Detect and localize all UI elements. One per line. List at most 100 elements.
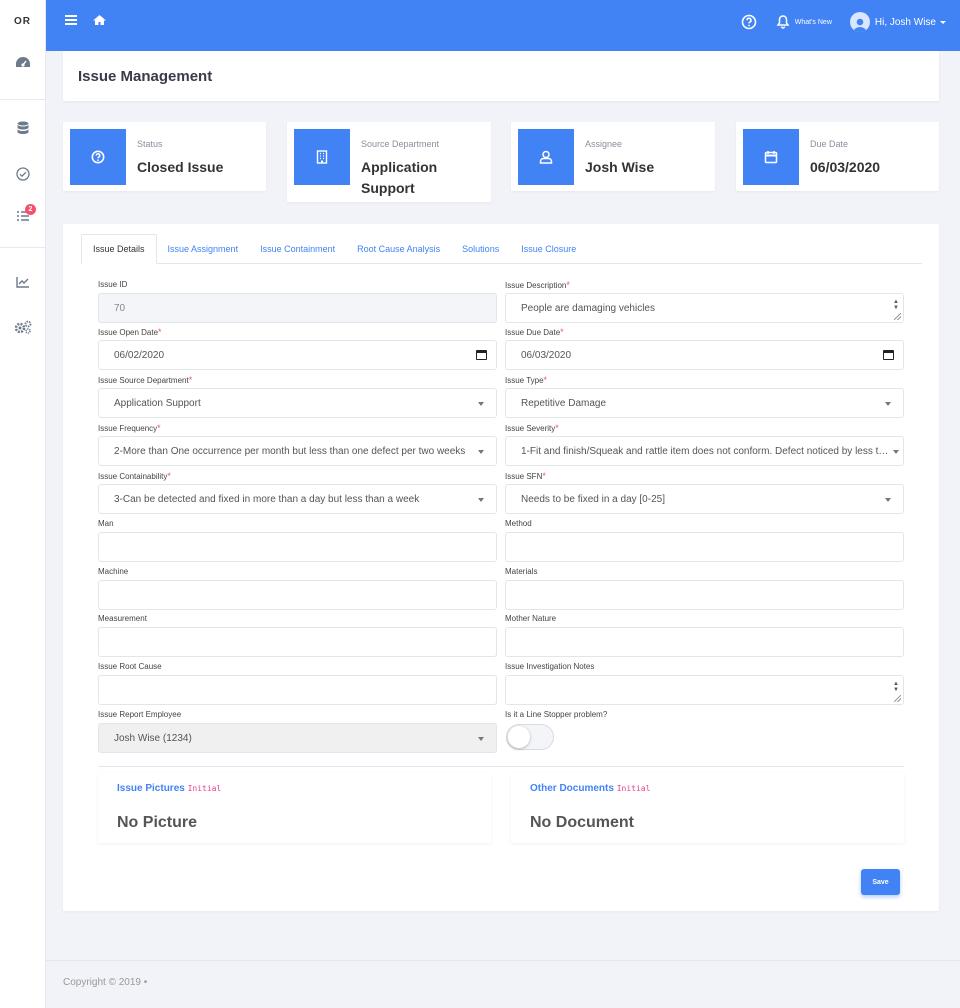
source-department-label: Source Department xyxy=(361,139,440,149)
caret-down-icon xyxy=(478,450,484,454)
issue-form-card: Issue Details Issue Assignment Issue Con… xyxy=(63,224,939,911)
help-icon[interactable] xyxy=(741,14,757,30)
issue-id-field: 70 xyxy=(98,293,497,323)
tab-issue-details[interactable]: Issue Details xyxy=(81,234,157,264)
database-icon[interactable] xyxy=(0,116,46,140)
severity-label: Issue Severity* xyxy=(505,423,559,433)
copyright-text: Copyright © 2019 • xyxy=(63,977,148,988)
status-value: Closed Issue xyxy=(137,159,224,175)
tab-issue-closure[interactable]: Issue Closure xyxy=(510,234,587,264)
calendar-icon xyxy=(743,129,799,185)
tab-issue-assignment[interactable]: Issue Assignment xyxy=(157,234,250,264)
bell-icon xyxy=(775,13,791,31)
report-employee-label: Issue Report Employee xyxy=(98,710,182,719)
chevron-down-icon xyxy=(940,20,946,24)
other-documents-tag: Initial xyxy=(616,784,651,793)
issue-pictures-tag: Initial xyxy=(187,784,222,793)
investigation-notes-textarea[interactable]: ▲ ▼ xyxy=(505,675,904,705)
calendar-icon[interactable] xyxy=(476,350,487,360)
source-department-select[interactable]: Application Support xyxy=(98,388,497,418)
method-label: Method xyxy=(505,519,532,528)
page-title: Issue Management xyxy=(78,68,213,85)
issue-type-label: Issue Type* xyxy=(505,375,548,385)
app-logo[interactable]: OR xyxy=(0,0,45,42)
whats-new-label: What's New xyxy=(794,18,832,26)
source-department-value: Application Support xyxy=(361,159,438,196)
issue-type-select[interactable]: Repetitive Damage xyxy=(505,388,904,418)
other-documents-title[interactable]: Other Documents Initial xyxy=(530,783,650,794)
caret-down-icon xyxy=(885,402,891,406)
due-date-card: Due Date 06/03/2020 xyxy=(736,122,939,191)
materials-label: Materials xyxy=(505,567,538,576)
caret-down-icon xyxy=(478,402,484,406)
root-cause-label: Issue Root Cause xyxy=(98,662,162,671)
status-label: Status xyxy=(137,139,163,149)
due-date-value: 06/03/2020 xyxy=(810,159,881,175)
open-date-field[interactable]: 06/02/2020 xyxy=(98,340,497,370)
caret-down-icon xyxy=(893,450,899,454)
containability-select[interactable]: 3-Can be detected and fixed in more than… xyxy=(98,484,497,514)
sidebar: OR 2 xyxy=(0,0,46,1008)
avatar xyxy=(849,12,870,32)
open-date-label: Issue Open Date* xyxy=(98,327,162,337)
user-menu[interactable]: Hi, Josh Wise xyxy=(849,12,946,32)
dashboard-icon[interactable] xyxy=(0,51,46,75)
check-circle-icon[interactable] xyxy=(0,162,46,186)
whats-new-link[interactable]: What's New xyxy=(775,13,832,31)
issue-description-field[interactable]: People are damaging vehicles ▲ ▼ xyxy=(505,293,904,323)
tab-root-cause-analysis[interactable]: Root Cause Analysis xyxy=(346,234,451,264)
tab-bar: Issue Details Issue Assignment Issue Con… xyxy=(81,234,922,264)
gears-icon[interactable] xyxy=(0,315,46,339)
issue-pictures-card: Issue Pictures Initial No Picture xyxy=(98,773,491,843)
chart-line-icon[interactable] xyxy=(0,270,46,294)
tab-issue-containment[interactable]: Issue Containment xyxy=(249,234,346,264)
calendar-icon[interactable] xyxy=(883,350,894,360)
save-button[interactable]: Save xyxy=(861,869,900,895)
caret-down-icon xyxy=(478,498,484,502)
root-cause-input[interactable] xyxy=(98,675,497,705)
issue-id-label: Issue ID xyxy=(98,280,128,289)
page-header: Issue Management xyxy=(63,51,939,101)
due-date-field[interactable]: 06/03/2020 xyxy=(505,340,904,370)
tasks-badge: 2 xyxy=(25,204,36,215)
user-icon xyxy=(518,129,574,185)
topbar: What's New Hi, Josh Wise xyxy=(46,0,960,51)
footer: Copyright © 2019 • xyxy=(46,960,960,1008)
caret-down-icon xyxy=(885,498,891,502)
materials-input[interactable] xyxy=(505,580,904,610)
man-input[interactable] xyxy=(98,532,497,562)
method-input[interactable] xyxy=(505,532,904,562)
source-department-field-label: Issue Source Department* xyxy=(98,375,193,385)
mother-nature-input[interactable] xyxy=(505,627,904,657)
divider xyxy=(98,766,904,767)
assignee-value: Josh Wise xyxy=(585,159,655,175)
due-date-label: Due Date xyxy=(810,139,849,149)
sfn-label: Issue SFN* xyxy=(505,471,546,481)
line-stopper-toggle[interactable] xyxy=(506,724,554,750)
user-greeting: Hi, Josh Wise xyxy=(874,16,936,28)
no-document-text: No Document xyxy=(530,814,634,831)
issue-pictures-title[interactable]: Issue Pictures Initial xyxy=(117,783,221,794)
caret-down-icon xyxy=(478,737,484,741)
investigation-notes-label: Issue Investigation Notes xyxy=(505,662,595,671)
sfn-select[interactable]: Needs to be fixed in a day [0-25] xyxy=(505,484,904,514)
man-label: Man xyxy=(98,519,114,528)
machine-input[interactable] xyxy=(98,580,497,610)
toggle-knob xyxy=(508,726,530,748)
menu-toggle-icon[interactable] xyxy=(64,13,78,31)
home-icon[interactable] xyxy=(92,13,107,31)
frequency-select[interactable]: 2-More than One occurrence per month but… xyxy=(98,436,497,466)
no-picture-text: No Picture xyxy=(117,814,198,831)
frequency-label: Issue Frequency* xyxy=(98,423,161,433)
tab-solutions[interactable]: Solutions xyxy=(451,234,510,264)
line-stopper-label: Is it a Line Stopper problem? xyxy=(505,710,608,719)
due-date-field-label: Issue Due Date* xyxy=(505,327,564,337)
issue-description-label: Issue Description* xyxy=(505,280,570,290)
machine-label: Machine xyxy=(98,567,129,576)
building-icon xyxy=(294,129,350,185)
assignee-label: Assignee xyxy=(585,139,623,149)
severity-select[interactable]: 1-Fit and finish/Squeak and rattle item … xyxy=(505,436,904,466)
report-employee-select[interactable]: Josh Wise (1234) xyxy=(98,723,497,753)
task-list-icon[interactable]: 2 xyxy=(0,204,46,228)
measurement-input[interactable] xyxy=(98,627,497,657)
